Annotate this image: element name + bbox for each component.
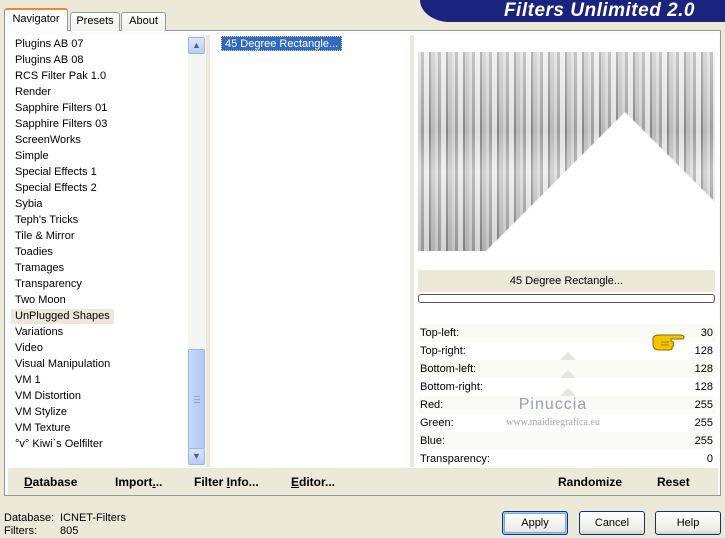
category-list[interactable]: Plugins AB 07 Plugins AB 08 RCS Filter Pak… (8, 35, 205, 467)
filters-count-value: 805 (60, 525, 79, 537)
category-item[interactable]: Tile & Mirror (11, 229, 78, 244)
category-item[interactable]: VM Stylize (11, 405, 71, 420)
scroll-down-button[interactable]: ▼ (188, 448, 205, 465)
category-item[interactable]: RCS Filter Pak 1.0 (11, 69, 110, 84)
parameter-label: Red: (420, 399, 444, 411)
filter-item-selected[interactable]: 45 Degree Rectangle... (221, 36, 343, 51)
reset-button[interactable]: Reset (657, 474, 690, 490)
category-item[interactable]: Simple (11, 149, 53, 164)
parameter-value[interactable]: 255 (695, 414, 713, 432)
category-item[interactable]: Plugins AB 07 (11, 37, 88, 52)
category-item[interactable]: Transparency (11, 277, 86, 292)
parameter-label: Transparency: (420, 453, 490, 465)
parameter-label: Bottom-left: (420, 363, 477, 375)
database-status-value: ICNET-Filters (60, 512, 126, 524)
parameter-label: Blue: (420, 435, 446, 447)
parameter-row[interactable]: Transparency: 0 (418, 450, 715, 468)
chevron-down-icon: ▼ (192, 451, 201, 461)
category-item[interactable]: Variations (11, 325, 67, 340)
parameter-row[interactable]: Bottom-left: 128 (418, 360, 715, 378)
preview-white-triangle (486, 112, 715, 251)
randomize-button[interactable]: Randomize (558, 474, 622, 490)
category-scrollbar[interactable]: ▲ ▼ (188, 35, 205, 467)
category-item[interactable]: VM Distortion (11, 389, 85, 404)
category-item[interactable]: Special Effects 2 (11, 181, 101, 196)
preview-image (418, 52, 715, 251)
parameter-row[interactable]: Blue: 255 (418, 432, 715, 450)
category-item[interactable]: VM Texture (11, 421, 74, 436)
filter-list[interactable]: 45 Degree Rectangle... (214, 35, 410, 467)
cancel-button[interactable]: Cancel (579, 511, 645, 535)
filter-info-button[interactable]: Filter Info... (194, 474, 259, 490)
tab-about[interactable]: About (121, 12, 166, 31)
app-title: Filters Unlimited 2.0 (503, 0, 695, 21)
database-button[interactable]: Database (24, 474, 77, 490)
category-item[interactable]: UnPlugged Shapes (11, 309, 114, 324)
grip-icon (194, 396, 200, 403)
parameter-label: Top-right: (420, 345, 466, 357)
category-item[interactable]: Video (11, 341, 47, 356)
parameter-label: Green: (420, 417, 454, 429)
category-item[interactable]: Toadies (11, 245, 57, 260)
slider-marker-icon (560, 388, 576, 396)
parameter-label: Top-left: (420, 327, 460, 339)
slider-marker-icon (560, 370, 576, 378)
category-item[interactable]: °v° Kiwi`s Oelfilter (11, 437, 107, 452)
scroll-thumb[interactable] (188, 349, 205, 449)
tab-navigator[interactable]: Navigator (4, 8, 68, 31)
parameter-label: Bottom-right: (420, 381, 483, 393)
category-item[interactable]: VM 1 (11, 373, 45, 388)
preview-shape (486, 112, 715, 251)
parameter-value[interactable]: 128 (695, 360, 713, 378)
preview-filter-name: 45 Degree Rectangle... (418, 270, 715, 292)
slider-marker-icon (560, 352, 576, 360)
import-button[interactable]: Import... (115, 474, 162, 490)
category-item[interactable]: Teph's Tricks (11, 213, 82, 228)
category-item[interactable]: Plugins AB 08 (11, 53, 88, 68)
category-item[interactable]: Sybia (11, 197, 47, 212)
database-status-label: Database: (4, 512, 55, 524)
parameter-value[interactable]: 128 (695, 342, 713, 360)
parameter-value[interactable]: 255 (695, 396, 713, 414)
category-item[interactable]: Render (11, 85, 55, 100)
category-item[interactable]: Special Effects 1 (11, 165, 101, 180)
watermark-name: Pinuccia (518, 396, 588, 413)
category-item[interactable]: Two Moon (11, 293, 70, 308)
pane-divider (206, 35, 210, 467)
category-item[interactable]: ScreenWorks (11, 133, 85, 148)
parameter-value[interactable]: 30 (701, 324, 713, 342)
parameter-value[interactable]: 128 (695, 378, 713, 396)
help-button[interactable]: Help (655, 511, 721, 535)
editor-button[interactable]: Editor... (291, 474, 335, 490)
pointing-hand-icon (652, 334, 685, 351)
filters-count-label: Filters: (4, 525, 37, 537)
parameter-value[interactable]: 255 (695, 432, 713, 450)
parameter-value[interactable]: 0 (707, 450, 713, 468)
watermark-url: www.maidiregrafica.eu (506, 417, 600, 428)
progress-bar (418, 294, 715, 303)
category-item[interactable]: Visual Manipulation (11, 357, 114, 372)
title-banner: Filters Unlimited 2.0 (420, 0, 725, 22)
category-item[interactable]: Sapphire Filters 03 (11, 117, 111, 132)
scroll-up-button[interactable]: ▲ (188, 37, 205, 54)
category-item[interactable]: Tramages (11, 261, 68, 276)
tab-presets[interactable]: Presets (70, 12, 120, 31)
category-item[interactable]: Sapphire Filters 01 (11, 101, 111, 116)
chevron-up-icon: ▲ (192, 40, 201, 50)
parameter-row[interactable]: Bottom-right: 128 (418, 378, 715, 396)
apply-button[interactable]: Apply (502, 511, 568, 535)
